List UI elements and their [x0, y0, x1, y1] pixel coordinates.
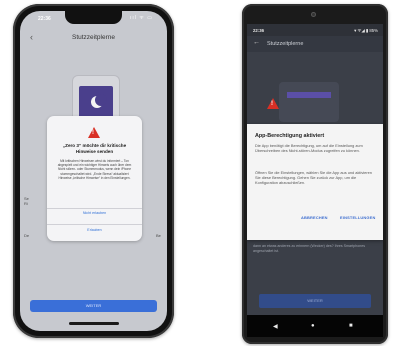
- divider: [47, 208, 142, 209]
- android-page-title: Stutzzeitplerne: [267, 41, 304, 47]
- dialog-heading: „Zero 3“ möchte dir kritische Hinweise s…: [62, 143, 127, 154]
- dialog-body: Mit kritischen Hinweisen wirst du inform…: [57, 159, 132, 180]
- moon-shadow: [95, 94, 107, 106]
- ios-notch: [65, 11, 122, 24]
- back-arrow-icon[interactable]: ←: [253, 39, 260, 46]
- cancel-button[interactable]: ABBRECHEN: [301, 215, 328, 220]
- dont-allow-button[interactable]: Nicht erlauben: [47, 211, 142, 215]
- iphone-device: 22:36 ııl ᯤ ▭ ‹ Stutzzeitplerne Se Ri De…: [13, 4, 174, 338]
- ios-bg-text-2: De: [24, 233, 30, 238]
- illustration-display: [79, 86, 113, 120]
- ios-continue-button[interactable]: WEITER: [30, 300, 157, 312]
- ios-critical-alert-dialog: ! „Zero 3“ möchte dir kritische Hinweise…: [47, 116, 142, 241]
- ios-nav-bar: ‹ Stutzzeitplerne: [20, 29, 167, 45]
- warning-icon: !: [88, 127, 100, 138]
- nav-recents-icon[interactable]: ■: [349, 323, 353, 329]
- divider: [47, 224, 142, 225]
- front-camera: [311, 12, 316, 17]
- nav-back-icon[interactable]: ◀: [273, 323, 278, 330]
- android-status-time: 22:36: [253, 28, 264, 33]
- dialog-heading: App-Berechtigung aktiviert: [255, 133, 325, 139]
- android-bg-text: dann an etwas anderes zu erinnern (Wecke…: [253, 244, 365, 253]
- android-device: 22:36 ▾ ᯤ◢ ▮ 85% ← Stutzzeitplerne ! App…: [242, 4, 388, 344]
- android-status-icons: ▾ ᯤ◢ ▮ 85%: [354, 28, 378, 33]
- ios-status-icons: ııl ᯤ ▭: [130, 15, 153, 21]
- ios-bg-text-3: Be: [156, 233, 161, 238]
- nav-home-icon[interactable]: ●: [311, 323, 315, 329]
- android-app-bar: ← Stutzzeitplerne: [247, 36, 383, 52]
- warning-icon: !: [267, 98, 279, 109]
- settings-button[interactable]: EINSTELLUNGEN: [340, 215, 375, 220]
- android-status-bar: 22:36 ▾ ᯤ◢ ▮ 85%: [247, 24, 383, 36]
- allow-button[interactable]: Erlauben: [47, 228, 142, 232]
- ios-status-time: 22:36: [38, 16, 51, 22]
- android-permission-dialog: App-Berechtigung aktiviert Die App benöt…: [247, 124, 383, 240]
- home-indicator: [69, 322, 119, 325]
- dialog-paragraph-1: Die App benötigt die Berechtigung, um au…: [255, 143, 363, 153]
- phone-illustration: [279, 82, 339, 122]
- dialog-paragraph-2: Öffnen Sie die Einstellungen, wählen Sie…: [255, 170, 372, 185]
- ios-screen: 22:36 ııl ᯤ ▭ ‹ Stutzzeitplerne Se Ri De…: [20, 11, 167, 331]
- ios-bg-text: Se Ri: [24, 196, 29, 206]
- android-continue-button[interactable]: WEITER: [259, 294, 371, 308]
- android-nav-bar: ◀ ● ■: [247, 315, 383, 337]
- illustration-bar: [287, 92, 331, 98]
- ios-page-title: Stutzzeitplerne: [72, 34, 115, 41]
- android-screen: 22:36 ▾ ᯤ◢ ▮ 85% ← Stutzzeitplerne ! App…: [247, 24, 383, 315]
